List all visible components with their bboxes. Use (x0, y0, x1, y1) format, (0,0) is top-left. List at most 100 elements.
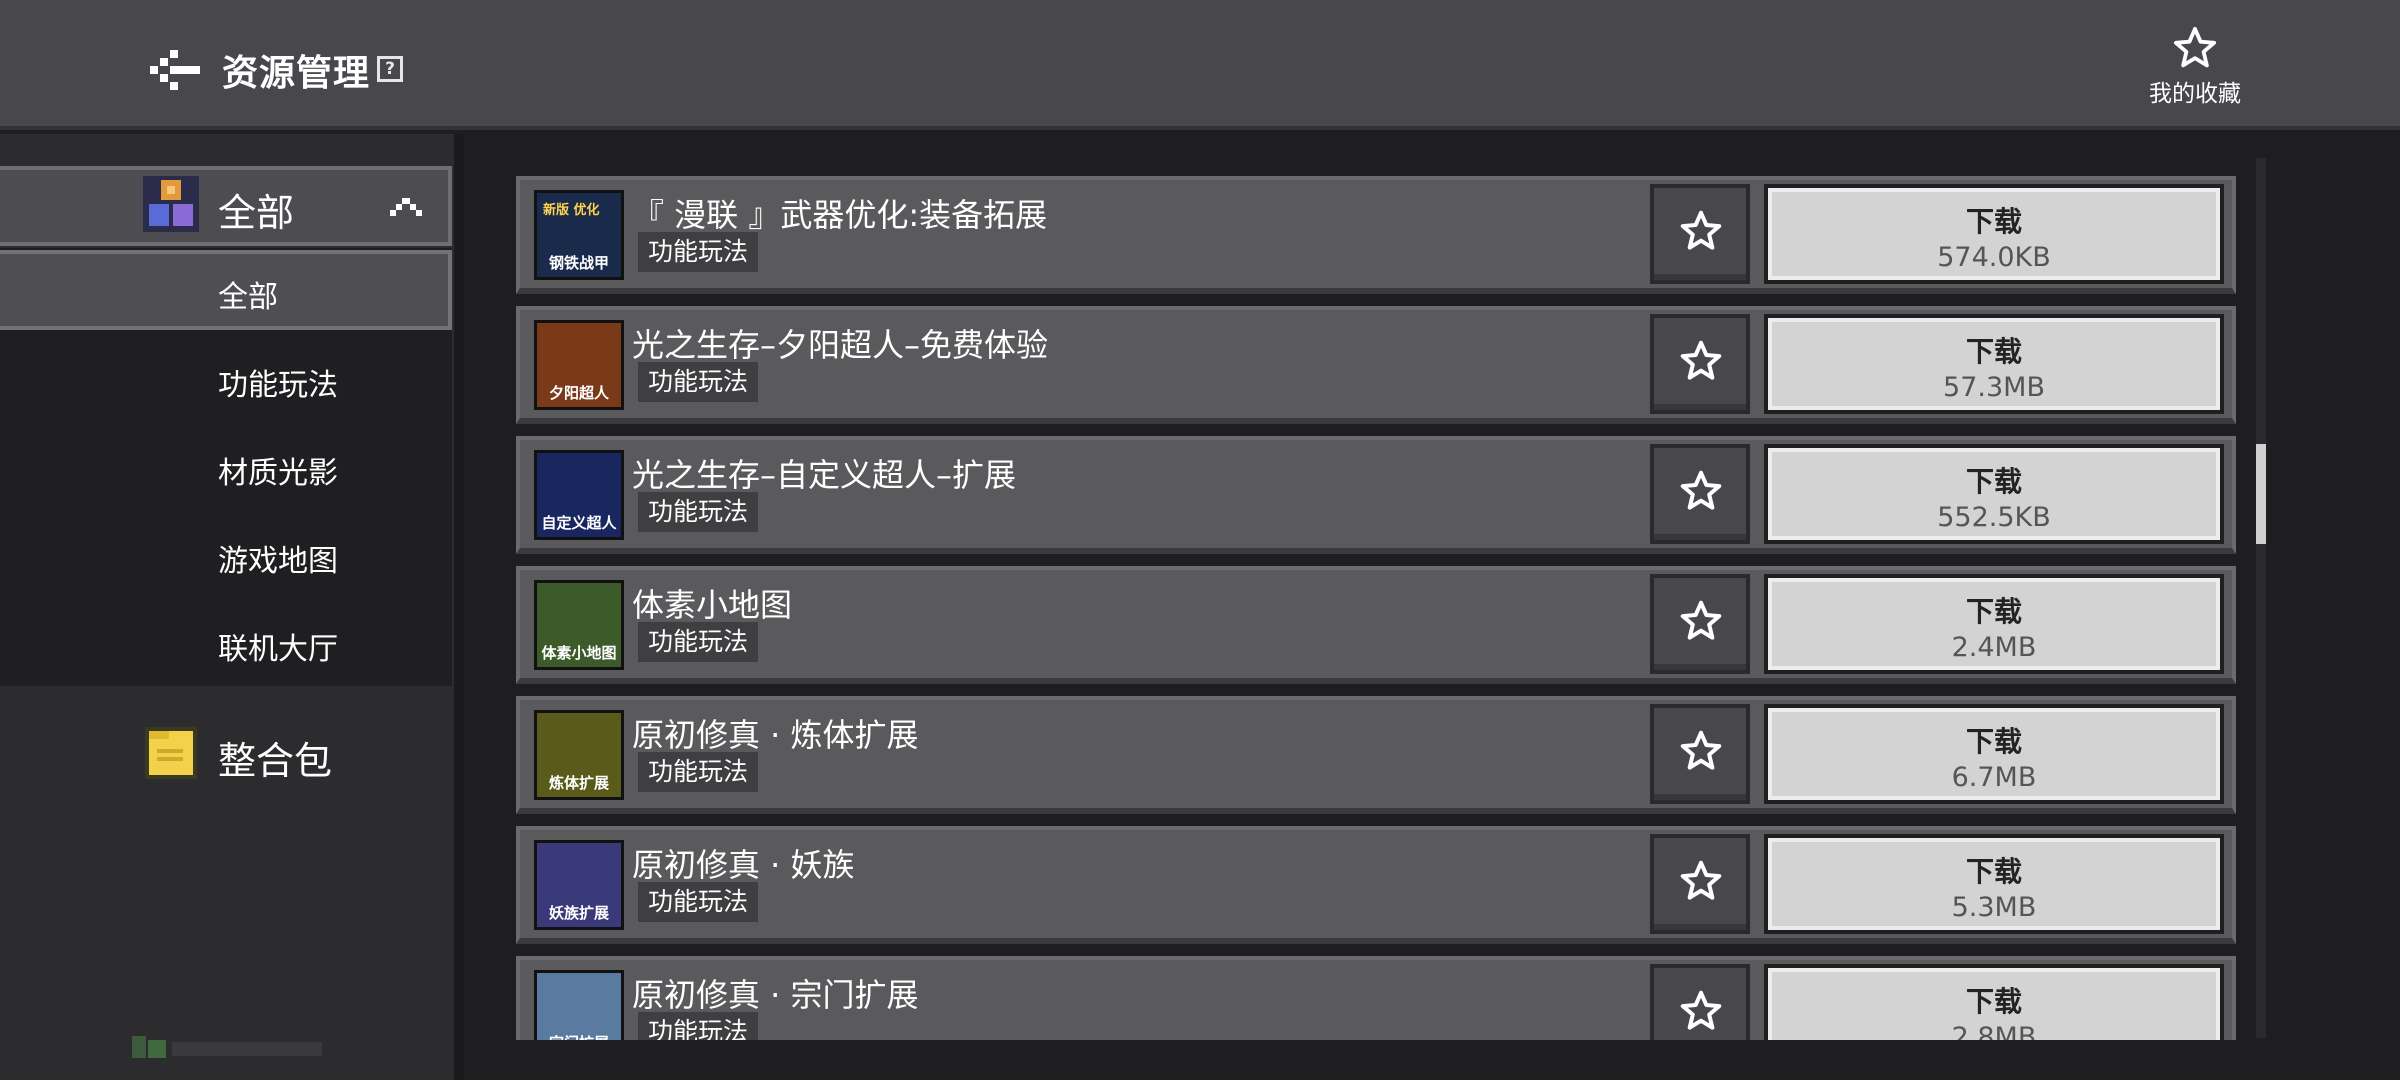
download-label: 下载 (1965, 855, 2022, 888)
top-bar: 资源管理 ? 我的收藏 (0, 0, 2400, 130)
resource-title: 原初修真 · 宗门扩展 (632, 976, 919, 1014)
help-icon[interactable]: ? (377, 56, 403, 82)
subcategory-label: 材质光影 (218, 456, 338, 491)
resource-tag: 功能玩法 (638, 492, 759, 532)
chevron-up-icon[interactable] (388, 196, 424, 218)
favorite-button[interactable] (1650, 704, 1750, 804)
favorite-button[interactable] (1650, 314, 1750, 414)
scrollbar-thumb[interactable] (2256, 444, 2266, 544)
resource-thumbnail: 夕阳超人 (534, 320, 624, 410)
download-button[interactable]: 下载 57.3MB (1764, 314, 2224, 414)
thumbnail-caption: 夕阳超人 (548, 384, 609, 402)
star-icon (1680, 860, 1722, 900)
thumbnail-caption: 体素小地图 (541, 644, 617, 662)
category-pack[interactable]: 整合包 (0, 700, 452, 810)
resource-title: 『 漫联 』武器优化:装备拓展 (632, 196, 1048, 234)
sidebar-divider (454, 134, 464, 1080)
resource-row[interactable]: 体素小地图 体素小地图 功能玩法 下载 2.4MB (516, 566, 2236, 684)
favorite-button[interactable] (1650, 964, 1750, 1040)
category-all-label: 全部 (218, 191, 295, 235)
file-size: 552.5KB (1937, 502, 2051, 533)
watermark-logo (132, 1036, 322, 1058)
download-label: 下载 (1965, 725, 2022, 758)
subcategory-item[interactable]: 全部 (0, 250, 452, 330)
favorites-label: 我的收藏 (2149, 81, 2241, 107)
category-all-icon (143, 176, 199, 232)
resource-thumbnail: 自定义超人 (534, 450, 624, 540)
subcategory-item[interactable]: 游戏地图 (0, 514, 452, 594)
resource-thumbnail: 妖族扩展 (534, 840, 624, 930)
download-button[interactable]: 下载 574.0KB (1764, 184, 2224, 284)
back-arrow-icon[interactable] (150, 48, 202, 92)
favorite-button[interactable] (1650, 574, 1750, 674)
resource-tag: 功能玩法 (638, 362, 759, 402)
resource-tag: 功能玩法 (638, 232, 759, 272)
resource-title: 光之生存–自定义超人–扩展 (632, 456, 1017, 494)
subcategory-label: 游戏地图 (218, 544, 338, 579)
scrollbar-track[interactable] (2256, 158, 2266, 1038)
subcategory-label: 联机大厅 (218, 632, 338, 667)
resource-tag: 功能玩法 (638, 752, 759, 792)
thumbnail-caption: 钢铁战甲 (548, 254, 609, 272)
resource-title: 体素小地图 (632, 586, 793, 624)
download-button[interactable]: 下载 2.8MB (1764, 964, 2224, 1040)
resource-row[interactable]: 炼体扩展 原初修真 · 炼体扩展 功能玩法 下载 6.7MB (516, 696, 2236, 814)
resource-list: 新版 优化 钢铁战甲 『 漫联 』武器优化:装备拓展 功能玩法 下载 574.0… (516, 176, 2236, 1040)
resource-row[interactable]: 宗门扩展 原初修真 · 宗门扩展 功能玩法 下载 2.8MB (516, 956, 2236, 1040)
download-label: 下载 (1965, 985, 2022, 1018)
resource-thumbnail: 宗门扩展 (534, 970, 624, 1040)
file-size: 574.0KB (1937, 242, 2051, 273)
file-size: 6.7MB (1951, 762, 2037, 793)
thumbnail-caption: 宗门扩展 (537, 1032, 621, 1040)
download-button[interactable]: 下载 6.7MB (1764, 704, 2224, 804)
star-icon (1680, 470, 1722, 510)
star-icon (1680, 990, 1722, 1030)
thumbnail-caption: 自定义超人 (541, 514, 617, 532)
file-size: 2.4MB (1951, 632, 2037, 663)
download-label: 下载 (1965, 205, 2022, 238)
resource-title: 原初修真 · 妖族 (632, 846, 855, 884)
download-button[interactable]: 下载 2.4MB (1764, 574, 2224, 674)
star-icon (1680, 340, 1722, 380)
download-label: 下载 (1965, 595, 2022, 628)
subcategory-label: 功能玩法 (218, 368, 338, 403)
subcategory-list: 全部 功能玩法 材质光影 游戏地图 联机大厅 (0, 248, 452, 686)
download-button[interactable]: 下载 5.3MB (1764, 834, 2224, 934)
subcategory-item[interactable]: 联机大厅 (0, 602, 452, 682)
category-pack-label: 整合包 (218, 739, 333, 783)
resource-row[interactable]: 新版 优化 钢铁战甲 『 漫联 』武器优化:装备拓展 功能玩法 下载 574.0… (516, 176, 2236, 294)
subcategory-label: 全部 (218, 280, 278, 315)
file-size: 57.3MB (1943, 372, 2045, 403)
resource-title: 光之生存–夕阳超人–免费体验 (632, 326, 1049, 364)
resource-thumbnail: 炼体扩展 (534, 710, 624, 800)
download-button[interactable]: 下载 552.5KB (1764, 444, 2224, 544)
favorite-button[interactable] (1650, 444, 1750, 544)
resource-tag: 功能玩法 (638, 622, 759, 662)
resource-thumbnail: 体素小地图 (534, 580, 624, 670)
thumbnail-caption: 新版 优化 (543, 203, 600, 218)
star-icon (1680, 600, 1722, 640)
favorite-button[interactable] (1650, 834, 1750, 934)
download-label: 下载 (1965, 465, 2022, 498)
star-icon (1680, 730, 1722, 770)
download-label: 下载 (1965, 335, 2022, 368)
file-size: 2.8MB (1951, 1022, 2037, 1040)
resource-tag: 功能玩法 (638, 1012, 759, 1040)
file-size: 5.3MB (1951, 892, 2037, 923)
subcategory-item[interactable]: 功能玩法 (0, 338, 452, 418)
resource-title: 原初修真 · 炼体扩展 (632, 716, 919, 754)
star-icon (1680, 210, 1722, 250)
resource-row[interactable]: 自定义超人 光之生存–自定义超人–扩展 功能玩法 下载 552.5KB (516, 436, 2236, 554)
star-icon (2173, 26, 2217, 68)
resource-thumbnail: 新版 优化 钢铁战甲 (534, 190, 624, 280)
favorites-button[interactable]: 我的收藏 (2130, 26, 2260, 114)
favorite-button[interactable] (1650, 184, 1750, 284)
subcategory-item[interactable]: 材质光影 (0, 426, 452, 506)
resource-row[interactable]: 夕阳超人 光之生存–夕阳超人–免费体验 功能玩法 下载 57.3MB (516, 306, 2236, 424)
folder-icon (145, 727, 197, 779)
resource-row[interactable]: 妖族扩展 原初修真 · 妖族 功能玩法 下载 5.3MB (516, 826, 2236, 944)
thumbnail-caption: 炼体扩展 (548, 774, 609, 792)
resource-tag: 功能玩法 (638, 882, 759, 922)
thumbnail-caption: 妖族扩展 (548, 904, 609, 922)
page-title: 资源管理 (222, 53, 371, 94)
